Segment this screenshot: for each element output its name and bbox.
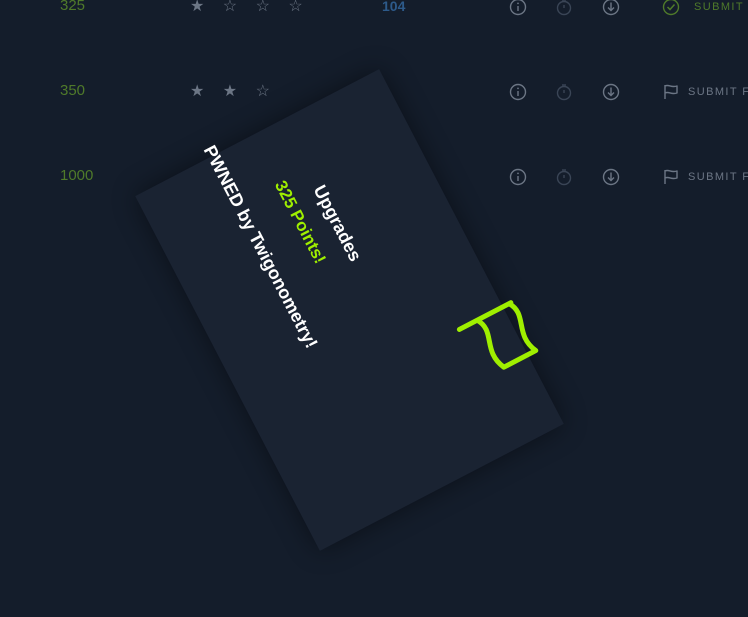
timer-icon[interactable] bbox=[555, 168, 573, 186]
challenge-points: 325 bbox=[60, 0, 86, 14]
submit-flag-button[interactable]: SUBMIT F bbox=[688, 171, 748, 183]
info-icon[interactable] bbox=[509, 168, 527, 186]
toast-content: Upgrades 325 Points! PWNED by Twigonomet… bbox=[152, 90, 549, 529]
challenges-page: 325 ★ ☆ ☆ ☆ 104 SUBMIT 350 ★ ★ ☆ SUBMIT … bbox=[0, 0, 748, 617]
flag-icon[interactable] bbox=[662, 83, 680, 101]
download-icon[interactable] bbox=[602, 0, 620, 16]
challenge-row: 325 ★ ☆ ☆ ☆ 104 SUBMIT bbox=[0, 0, 748, 22]
info-icon[interactable] bbox=[509, 0, 527, 16]
difficulty-stars[interactable]: ★ ★ ☆ bbox=[190, 81, 277, 101]
info-icon[interactable] bbox=[509, 83, 527, 101]
pwned-toast-card[interactable]: Upgrades 325 Points! PWNED by Twigonomet… bbox=[135, 69, 564, 551]
timer-icon[interactable] bbox=[555, 83, 573, 101]
download-icon[interactable] bbox=[602, 83, 620, 101]
challenge-points: 350 bbox=[60, 82, 86, 99]
flag-icon[interactable] bbox=[662, 168, 680, 186]
timer-icon[interactable] bbox=[555, 0, 573, 16]
difficulty-stars[interactable]: ★ ☆ ☆ ☆ bbox=[190, 0, 310, 16]
download-icon[interactable] bbox=[602, 168, 620, 186]
check-circle-icon bbox=[662, 0, 680, 16]
submit-flag-button[interactable]: SUBMIT F bbox=[688, 86, 748, 98]
submit-flag-button[interactable]: SUBMIT bbox=[694, 1, 744, 13]
solves-count: 104 bbox=[382, 0, 406, 14]
challenge-points: 1000 bbox=[60, 167, 94, 184]
flag-icon bbox=[441, 286, 553, 396]
